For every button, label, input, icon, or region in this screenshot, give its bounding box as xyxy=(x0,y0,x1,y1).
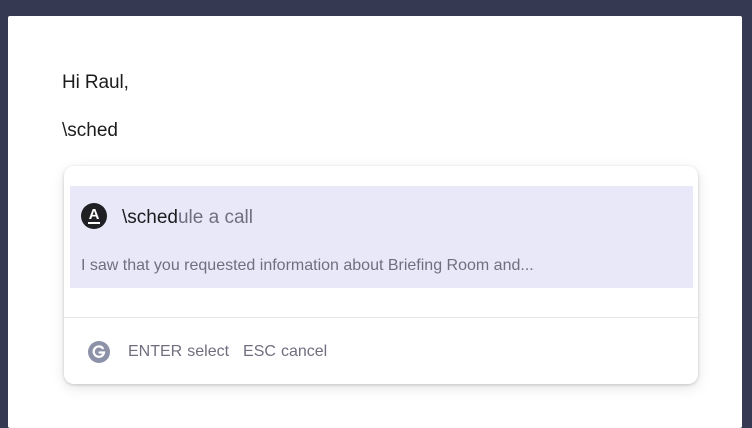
suggestion-description: I saw that you requested information abo… xyxy=(81,257,534,274)
text-format-icon: A xyxy=(81,203,107,229)
typed-shortcut-text[interactable]: \sched xyxy=(62,120,118,142)
keyboard-hints: ENTER select ESC cancel xyxy=(88,340,341,364)
suggestion-title-match: \sched xyxy=(122,207,178,228)
suggestion-item[interactable]: A \schedule a call I saw that you reques… xyxy=(70,186,693,288)
email-compose-area[interactable]: Hi Raul, \sched A \schedule a call I saw… xyxy=(8,16,742,428)
snippet-suggestion-popup: A \schedule a call I saw that you reques… xyxy=(64,166,698,384)
enter-key-label: ENTER xyxy=(128,343,183,360)
esc-action-label: cancel xyxy=(280,343,328,360)
suggestion-title-rest: ule a call xyxy=(177,207,253,228)
esc-key-label: ESC xyxy=(243,343,276,360)
suggestion-title: \schedule a call xyxy=(122,207,253,229)
enter-action-label: select xyxy=(187,343,230,360)
divider xyxy=(64,317,698,318)
grammarly-g-icon xyxy=(88,341,110,363)
greeting-text: Hi Raul, xyxy=(62,72,129,93)
badge-letter: A xyxy=(87,206,101,224)
